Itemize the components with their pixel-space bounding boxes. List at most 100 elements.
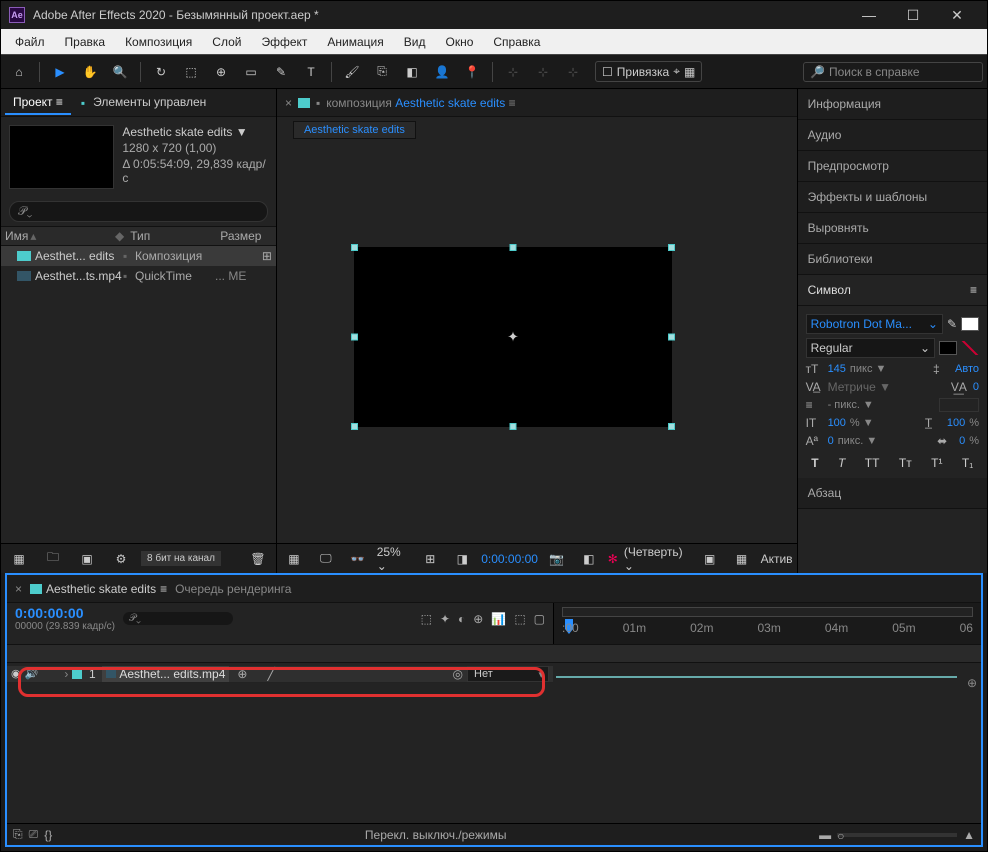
orbit-tool-icon[interactable]: ↻ [147, 58, 175, 86]
project-item-composition[interactable]: Aesthet... edits ▪ Композиция ⊞ [1, 246, 276, 266]
zoom-dropdown[interactable]: 25% ⌄ [377, 545, 412, 573]
zoom-out-icon[interactable]: ▬ [819, 828, 831, 842]
menu-composition[interactable]: Композиция [115, 31, 202, 53]
timeline-close-icon[interactable]: × [15, 582, 22, 596]
tl-graph-icon[interactable]: 📊 [491, 612, 506, 626]
menu-file[interactable]: Файл [5, 31, 55, 53]
tl-draft3d-icon[interactable]: ⬚ [514, 612, 525, 626]
panel-preview[interactable]: Предпросмотр [798, 151, 987, 182]
3d-view-icon[interactable]: 👓 [345, 545, 371, 573]
minimize-button[interactable]: — [847, 1, 891, 29]
axis2-icon[interactable]: ⊹ [529, 58, 557, 86]
menu-view[interactable]: Вид [394, 31, 436, 53]
help-search[interactable]: 🔎 Поиск в справке [803, 62, 983, 82]
tl-fx-icon[interactable]: ✦ [440, 612, 450, 626]
subscript-button[interactable]: T₁ [962, 456, 973, 470]
no-stroke-icon[interactable] [961, 341, 979, 355]
viewer-timecode[interactable]: 0:00:00:00 [481, 552, 538, 566]
parent-dropdown[interactable]: Нет [467, 666, 549, 682]
text-tool-icon[interactable]: T [297, 58, 325, 86]
timeline-tab-comp[interactable]: Aesthetic skate edits ≡ [30, 582, 167, 596]
tl-frame-blend-icon[interactable]: ◐ [458, 612, 465, 626]
italic-button[interactable]: T [838, 456, 845, 470]
kerning-dropdown[interactable]: Метриче ▼ [828, 380, 891, 394]
comp-name[interactable]: Aesthetic skate edits ▼ [122, 125, 268, 139]
expand-icon[interactable]: › [64, 667, 68, 681]
hand-tool-icon[interactable]: ✋ [76, 58, 104, 86]
mask-icon[interactable]: 🖵 [313, 545, 339, 573]
maximize-button[interactable]: ☐ [891, 1, 935, 29]
marker-track-icon[interactable]: ⊕ [967, 676, 977, 690]
brush-tool-icon[interactable]: 🖌 [338, 58, 366, 86]
menu-effect[interactable]: Эффект [251, 31, 317, 53]
superscript-button[interactable]: T¹ [931, 456, 942, 470]
fill-color-swatch[interactable] [961, 317, 979, 331]
timeline-ruler[interactable]: :0001m02m03m04m05m06 [553, 603, 981, 644]
menu-layer[interactable]: Слой [202, 31, 251, 53]
panel-info[interactable]: Информация [798, 89, 987, 120]
baseline-value[interactable]: 0 [828, 435, 834, 447]
interpret-icon[interactable]: ▦ [5, 545, 33, 573]
font-family-dropdown[interactable]: Robotron Dot Ma...⌄ [806, 314, 943, 334]
pan-behind-tool-icon[interactable]: ⊕ [207, 58, 235, 86]
font-size-value[interactable]: 145 [828, 363, 846, 375]
stroke-width-value[interactable]: - пикс. ▼ [828, 399, 874, 411]
safe-zones-icon[interactable]: ⊞ [417, 545, 443, 573]
timeline-tab-render[interactable]: Очередь рендеринга [175, 582, 291, 596]
anchor-point-icon[interactable]: ✦ [507, 329, 519, 346]
snapshot-icon[interactable]: 📷 [544, 545, 570, 573]
channel-icon[interactable]: ◨ [449, 545, 475, 573]
panel-character[interactable]: Символ≡ [798, 275, 987, 306]
viewer-close-icon[interactable]: × [285, 96, 292, 110]
viewer-comp-tab[interactable]: Aesthetic skate edits [293, 121, 416, 139]
audio-toggle-icon[interactable]: 🔊 [25, 667, 39, 680]
pickwhip-icon[interactable]: ◎ [453, 667, 463, 681]
layer-name[interactable]: Aesthet... edits.mp4 [102, 666, 229, 682]
eyedropper-icon[interactable]: ✎ [947, 317, 957, 331]
camera-tool-icon[interactable]: ⬚ [177, 58, 205, 86]
panel-audio[interactable]: Аудио [798, 120, 987, 151]
leading-value[interactable]: Авто [955, 363, 979, 375]
tl-motion-blur-icon[interactable]: ⊕ [473, 612, 483, 626]
puppet-tool-icon[interactable]: 📍 [458, 58, 486, 86]
menu-animation[interactable]: Анимация [317, 31, 393, 53]
tab-effect-controls[interactable]: Элементы управлен [85, 91, 214, 115]
project-item-footage[interactable]: Aesthet...ts.mp4 ▪ QuickTime ... ME [1, 266, 276, 286]
tab-project[interactable]: Проект ≡ [5, 91, 71, 115]
timeline-timecode[interactable]: 0:00:00:00 [15, 605, 115, 621]
resolution-dropdown[interactable]: (Четверть) ⌄ [624, 545, 691, 573]
active-camera[interactable]: Актив [761, 552, 793, 566]
allcaps-button[interactable]: TT [865, 456, 880, 470]
axis3-icon[interactable]: ⊹ [559, 58, 587, 86]
panel-align[interactable]: Выровнять [798, 213, 987, 244]
panel-libraries[interactable]: Библиотеки [798, 244, 987, 275]
roi-icon[interactable]: ▣ [697, 545, 723, 573]
trash-icon[interactable]: 🗑 [244, 545, 272, 573]
hscale-value[interactable]: 100 [947, 417, 965, 429]
tl-brackets-icon[interactable]: {} [44, 828, 52, 842]
vscale-value[interactable]: 100 [828, 417, 846, 429]
stroke-color-swatch[interactable] [939, 341, 957, 355]
home-icon[interactable]: ⌂ [5, 58, 33, 86]
tl-toggle-switches-icon[interactable]: ⎘ [13, 827, 23, 842]
visibility-toggle-icon[interactable]: ◉ [11, 667, 21, 680]
menu-help[interactable]: Справка [483, 31, 550, 53]
new-folder-icon[interactable]: 🗀 [39, 545, 67, 573]
font-style-dropdown[interactable]: Regular⌄ [806, 338, 935, 358]
clone-tool-icon[interactable]: ⎘ [368, 58, 396, 86]
axis-icon[interactable]: ⊹ [499, 58, 527, 86]
roto-tool-icon[interactable]: 👤 [428, 58, 456, 86]
layer-color-swatch[interactable] [72, 669, 82, 679]
tl-marker-icon[interactable]: ▢ [534, 612, 545, 626]
transparency-icon[interactable]: ▦ [729, 545, 755, 573]
zoom-tool-icon[interactable]: 🔍 [106, 58, 134, 86]
breadcrumb-comp-link[interactable]: Aesthetic skate edits [395, 96, 505, 110]
smallcaps-button[interactable]: Tᴛ [899, 456, 912, 470]
tl-toggle-modes-icon[interactable]: ⎚ [29, 827, 39, 842]
bitdepth-button[interactable]: 8 бит на канал [141, 551, 221, 566]
zoom-in-icon[interactable]: ▲ [963, 828, 975, 842]
bold-button[interactable]: T [811, 456, 818, 470]
panel-paragraph[interactable]: Абзац [798, 478, 987, 509]
selection-tool-icon[interactable]: ▶ [46, 58, 74, 86]
timeline-search[interactable]: 𝒫⌄ [123, 612, 233, 625]
